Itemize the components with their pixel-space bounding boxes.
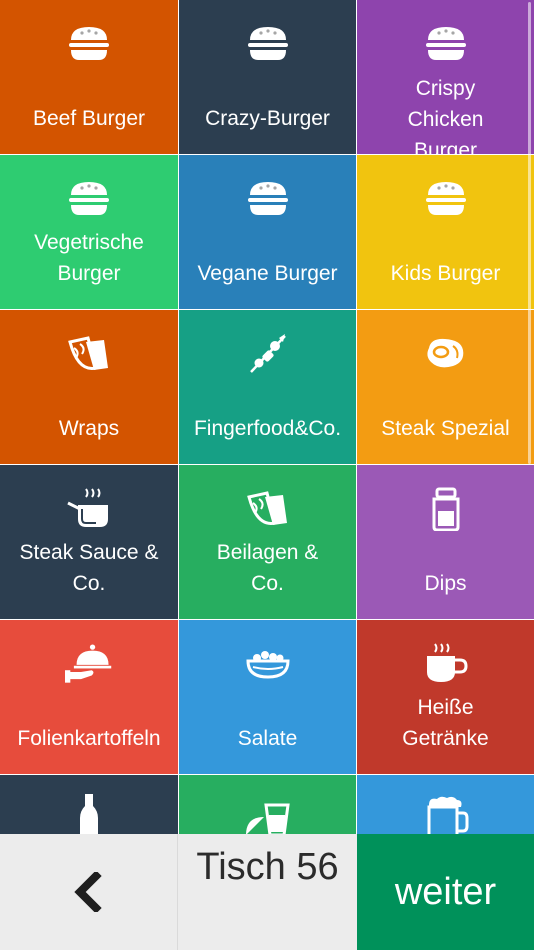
back-button[interactable] xyxy=(0,834,178,950)
category-tile[interactable]: Crispy Chicken Burger xyxy=(357,0,534,154)
wrap-icon xyxy=(244,487,292,531)
category-tile[interactable]: Steak Spezial xyxy=(357,310,534,464)
category-label: Dips xyxy=(424,572,467,595)
category-tile[interactable] xyxy=(179,775,356,834)
lemon-glass-icon xyxy=(244,797,292,834)
category-label: Crazy-Burger xyxy=(205,107,330,130)
bottom-bar: Tisch 56 weiter xyxy=(0,834,534,950)
category-label: Vegetrische Burger xyxy=(34,231,144,285)
category-tile[interactable]: Heiße Getränke xyxy=(357,620,534,774)
category-tile[interactable] xyxy=(357,775,534,834)
beer-mug-icon xyxy=(422,796,470,834)
category-grid: Beef Burger Crazy-Burger Crispy Chicken Bu… xyxy=(0,0,534,834)
bottle-icon xyxy=(65,794,113,834)
next-button[interactable]: weiter xyxy=(357,834,534,950)
jar-icon xyxy=(422,487,470,531)
category-tile[interactable]: Vegetrische Burger xyxy=(0,155,178,309)
skewer-icon xyxy=(244,332,292,376)
category-tile[interactable]: Steak Sauce & Co. xyxy=(0,465,178,619)
category-tile[interactable]: Vegane Burger xyxy=(179,155,356,309)
burger-icon xyxy=(422,22,470,66)
category-label: Steak Spezial xyxy=(381,417,510,440)
category-tile[interactable]: Dips xyxy=(357,465,534,619)
category-label: Folienkartoffeln xyxy=(17,727,161,750)
category-label: Heiße Getränke xyxy=(402,696,489,750)
category-label: Crispy Chicken Burger xyxy=(407,77,484,154)
category-tile[interactable]: Wraps xyxy=(0,310,178,464)
category-tile[interactable]: Folienkartoffeln xyxy=(0,620,178,774)
chevron-left-icon xyxy=(73,872,102,912)
category-label: Beef Burger xyxy=(32,107,146,130)
hot-cup-icon xyxy=(422,642,470,686)
category-label: Steak Sauce & Co. xyxy=(19,541,159,595)
category-tile[interactable]: Kids Burger xyxy=(357,155,534,309)
category-label: Fingerfood&Co. xyxy=(193,417,342,440)
category-tile[interactable]: Crazy-Burger xyxy=(179,0,356,154)
category-tile[interactable]: Fingerfood&Co. xyxy=(179,310,356,464)
wrap-icon xyxy=(65,332,113,376)
salad-bowl-icon xyxy=(244,642,292,686)
category-label: Salate xyxy=(237,727,298,750)
burger-icon xyxy=(244,177,292,221)
category-label: Wraps xyxy=(58,417,120,440)
table-label: Tisch 56 xyxy=(178,834,357,950)
serving-cloche-icon xyxy=(65,642,113,686)
burger-icon xyxy=(422,177,470,221)
category-tile[interactable]: Beef Burger xyxy=(0,0,178,154)
burger-icon xyxy=(65,22,113,66)
steak-icon xyxy=(422,332,470,376)
category-tile[interactable] xyxy=(0,775,178,834)
burger-icon xyxy=(65,177,113,221)
category-label: Vegane Burger xyxy=(197,262,338,285)
category-tile[interactable]: Beilagen & Co. xyxy=(179,465,356,619)
category-label: Beilagen & Co. xyxy=(216,541,319,595)
burger-icon xyxy=(244,22,292,66)
category-label: Kids Burger xyxy=(390,262,501,285)
category-tile[interactable]: Salate xyxy=(179,620,356,774)
cooking-pot-icon xyxy=(65,487,113,531)
scrollbar[interactable] xyxy=(528,2,531,464)
